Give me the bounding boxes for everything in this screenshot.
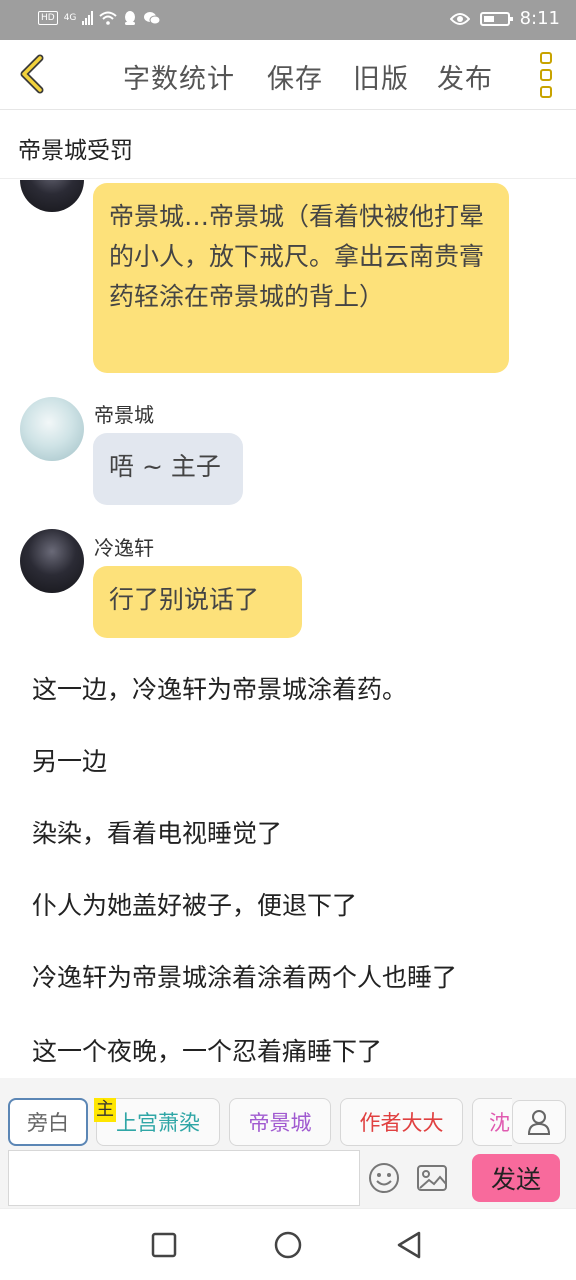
sender-name: 冷逸轩 [94,536,154,560]
status-right: 8:11 [449,8,560,29]
story-title-row[interactable]: 帝景城受罚 [0,111,576,179]
navigation-bar [0,1208,576,1280]
signal-icon [82,11,94,25]
character-chip-narrator[interactable]: 旁白 [8,1098,88,1146]
character-manage-button[interactable] [512,1100,566,1144]
status-left: HD 4G [38,10,161,26]
main-character-tag: 主 [94,1098,116,1122]
back-button[interactable] [10,52,54,96]
status-bar: HD 4G 8:11 [0,0,576,40]
word-count-button[interactable]: 字数统计 [123,57,235,96]
back-nav-button[interactable] [393,1229,425,1261]
chat-content[interactable]: 帝景城…帝景城（看着快被他打晕的小人，放下戒尺。拿出云南贵膏药轻涂在帝景城的背上… [0,180,576,1078]
chevron-left-icon [20,54,44,94]
narration-line[interactable]: 冷逸轩为帝景城涂着涂着两个人也睡了 [32,958,457,994]
image-icon[interactable] [416,1164,448,1192]
avatar[interactable] [20,529,84,593]
narration-line[interactable]: 仆人为她盖好被子，便退下了 [32,886,357,922]
hd-badge: HD [38,11,58,25]
save-button[interactable]: 保存 [267,57,323,96]
narration-line[interactable]: 这一个夜晚，一个忍着痛睡下了 [32,1032,382,1068]
eye-icon [449,12,470,25]
story-title: 帝景城受罚 [18,138,133,164]
narration-line[interactable]: 另一边 [32,742,107,778]
recent-apps-button[interactable] [148,1229,180,1261]
menu-dot [540,86,552,98]
composer-area: 旁白 上宫萧染 主 帝景城 作者大大 沈 发送 [0,1078,576,1208]
menu-dot [540,52,552,64]
character-chip[interactable]: 作者大大 [340,1098,463,1146]
character-chip[interactable]: 帝景城 [229,1098,331,1146]
avatar[interactable] [20,397,84,461]
send-button[interactable]: 发送 [472,1154,560,1202]
sender-name: 帝景城 [94,403,154,427]
avatar[interactable] [20,180,84,212]
publish-button[interactable]: 发布 [437,57,493,96]
wifi-icon [99,11,118,25]
network-label: 4G [63,13,77,23]
menu-dot [540,69,552,81]
emoji-icon[interactable] [368,1162,400,1194]
wechat-icon [144,11,161,24]
battery-icon [479,11,513,26]
triangle-back-icon [397,1231,421,1259]
home-button[interactable] [272,1229,304,1261]
qq-icon [125,11,136,25]
message-bubble[interactable]: 行了别说话了 [93,566,302,638]
more-menu-button[interactable] [530,52,562,98]
message-bubble[interactable]: 帝景城…帝景城（看着快被他打晕的小人，放下戒尺。拿出云南贵膏药轻涂在帝景城的背上… [93,183,509,373]
character-chip[interactable]: 沈 [472,1098,512,1146]
old-version-button[interactable]: 旧版 [353,57,409,96]
status-time: 8:11 [519,8,560,29]
message-bubble[interactable]: 唔 ~ 主子 [93,433,243,505]
narration-line[interactable]: 这一边，冷逸轩为帝景城涂着药。 [32,670,407,706]
narration-line[interactable]: 染染，看着电视睡觉了 [32,814,282,850]
toolbar: 字数统计 保存 旧版 发布 [0,40,576,110]
square-icon [151,1232,177,1258]
circle-icon [274,1231,302,1259]
message-input[interactable] [8,1150,360,1206]
user-icon [527,1110,551,1135]
